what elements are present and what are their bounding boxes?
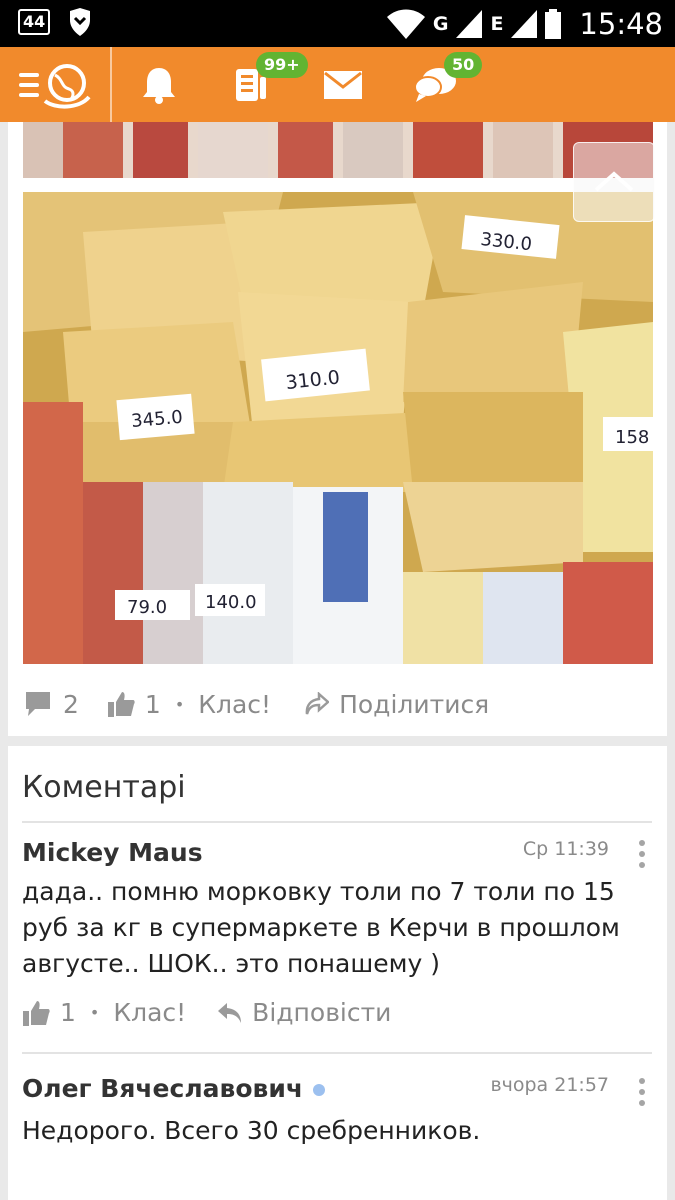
online-status-dot [313,1084,326,1096]
comment-icon [26,692,50,716]
network-type-1: G [432,12,449,35]
status-bar: 44 G E 15:48 [0,0,675,47]
like-button[interactable]: 1 [107,690,161,719]
more-options-icon[interactable] [639,1078,645,1106]
comment-actions: 1 • Клас! Відповісти [22,998,391,1027]
comment-like-label[interactable]: Клас! [113,998,186,1027]
comment-author-name: Олег Вячеславович [22,1074,304,1103]
photo-sausages[interactable] [23,122,653,178]
comment-author[interactable]: Олег Вячеславович [22,1074,326,1103]
svg-text:79.0: 79.0 [127,597,167,618]
thumbs-up-icon[interactable] [22,999,50,1027]
share-button[interactable]: Поділитися [303,690,489,719]
reply-icon [218,1002,242,1023]
divider [22,1052,652,1054]
comments-title: Коментарі [22,770,186,805]
share-icon [305,692,330,715]
svg-text:158: 158 [615,427,649,448]
reply-label: Відповісти [252,998,392,1027]
separator-dot: • [89,1003,100,1022]
wifi-icon [386,9,425,39]
more-options-icon[interactable] [639,840,645,868]
post-card: 330.0 310.0 345.0 158 79.0 140.0 2 1 • К… [8,122,667,736]
chevron-up-icon [594,171,634,192]
messages-button[interactable] [312,47,374,122]
thumbs-up-icon [107,692,135,717]
notifications-button[interactable] [128,47,190,122]
comment-likes-count: 1 [60,998,76,1027]
separator-dot: • [174,694,185,714]
comment-text: дада.. помню морковку толи по 7 толи по … [22,877,620,978]
discussions-badge: 50 [444,52,483,78]
post-actions: 2 1 • Клас! Поділитися [23,684,489,724]
comment-time: Ср 11:39 [522,838,609,860]
photo-cheese-and-butter[interactable]: 330.0 310.0 345.0 158 79.0 140.0 [23,192,653,664]
signal-icon-1 [456,9,483,38]
envelope-icon [324,70,362,99]
svg-text:140.0: 140.0 [205,592,257,613]
reply-button[interactable]: Відповісти [216,998,391,1027]
price-tag-5: 79.0 [115,590,190,620]
feed-badge: 99+ [256,52,308,78]
comment-time: вчора 21:57 [490,1074,609,1096]
feed-content[interactable]: 330.0 310.0 345.0 158 79.0 140.0 2 1 • К… [0,122,675,1200]
share-label: Поділитися [339,689,490,719]
notification-count-badge: 44 [18,9,51,35]
svg-text:345.0: 345.0 [130,407,183,432]
comments-count-button[interactable]: 2 [23,690,79,719]
signal-icon-2 [511,9,538,38]
comment-text: Недорого. Всего 30 сребренников. [22,1116,481,1145]
price-tag-4: 158 [603,417,653,451]
shield-icon [70,8,91,36]
scroll-to-top-button[interactable] [573,142,655,222]
app-bar-divider [110,47,112,122]
menu-globe-icon [19,63,91,108]
price-tag-3: 345.0 [116,393,195,441]
network-type-2: E [490,12,504,35]
price-tag-6: 140.0 [195,584,265,616]
clock: 15:48 [579,6,663,41]
likes-count: 1 [144,689,161,719]
comments-card: Коментарі Mickey Maus Ср 11:39 дада.. по… [8,746,667,1200]
battery-icon [545,8,562,39]
bell-icon [143,67,175,104]
app-bar: 99+ 50 [0,47,675,122]
comments-count: 2 [63,689,79,719]
divider [22,821,652,823]
menu-button[interactable] [14,47,104,122]
like-label[interactable]: Клас! [198,690,271,719]
comment-author[interactable]: Mickey Maus [22,838,203,867]
